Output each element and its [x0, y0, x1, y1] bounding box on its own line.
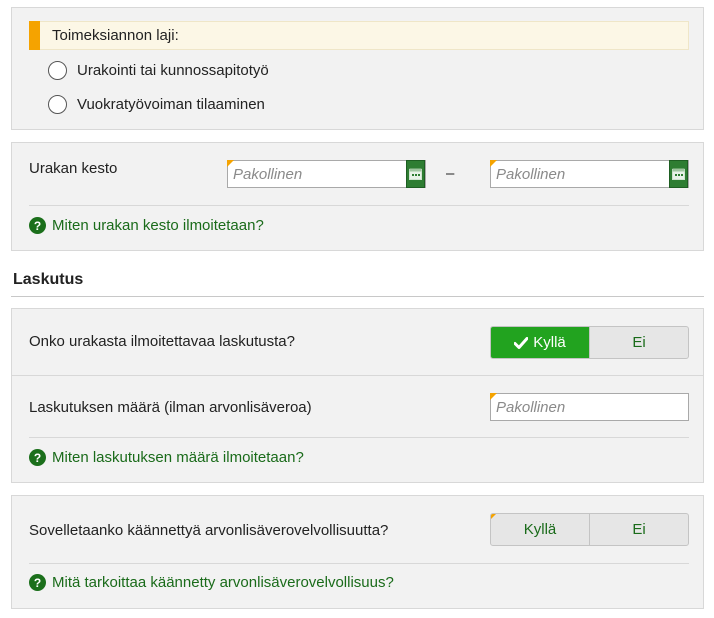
billing-no-label: Ei: [632, 334, 646, 351]
panel-divider: [12, 375, 703, 376]
reverse-vat-yes-button[interactable]: Kyllä: [491, 514, 589, 545]
billing-amount-input[interactable]: [491, 394, 688, 420]
help-icon: ?: [29, 574, 46, 591]
radio-option-temp-staffing[interactable]: Vuokratyövoiman tilaaminen: [48, 95, 265, 114]
help-icon: ?: [29, 217, 46, 234]
section-rule: [11, 296, 704, 297]
billing-amount-label: Laskutuksen määrä (ilman arvonlisäveroa): [29, 399, 312, 416]
calendar-icon[interactable]: [669, 160, 688, 188]
assignment-type-notice: Toimeksiannon laji:: [29, 21, 689, 50]
calendar-icon[interactable]: [406, 160, 425, 188]
radio-label-temp-staffing: Vuokratyövoiman tilaaminen: [77, 96, 265, 113]
reverse-vat-yes-no-toggle[interactable]: Kyllä Ei: [490, 513, 689, 546]
required-marker: [227, 160, 234, 167]
duration-end-field[interactable]: [490, 160, 689, 188]
reverse-vat-help-link[interactable]: ? Mitä tarkoittaa käännetty arvonlisäver…: [29, 574, 394, 591]
reverse-vat-panel: Sovelletaanko käännettyä arvonlisäverove…: [11, 495, 704, 609]
panel-divider: [29, 205, 689, 206]
duration-help-text[interactable]: Miten urakan kesto ilmoitetaan?: [52, 217, 264, 234]
reverse-vat-help-text[interactable]: Mitä tarkoittaa käännetty arvonlisäverov…: [52, 574, 394, 591]
billing-yes-no-toggle[interactable]: Kyllä Ei: [490, 326, 689, 359]
contract-duration-label: Urakan kesto: [29, 160, 118, 177]
billing-amount-help-text[interactable]: Miten laskutuksen määrä ilmoitetaan?: [52, 449, 304, 466]
billing-amount-field[interactable]: [490, 393, 689, 421]
reverse-vat-no-label: Ei: [632, 521, 646, 538]
duration-start-field[interactable]: [227, 160, 426, 188]
radio-circle-icon[interactable]: [48, 61, 67, 80]
billing-section-heading: Laskutus: [13, 271, 84, 288]
billing-amount-help-link[interactable]: ? Miten laskutuksen määrä ilmoitetaan?: [29, 449, 304, 466]
reverse-vat-yes-label: Kyllä: [523, 521, 557, 538]
notice-accent-bar: [29, 21, 40, 50]
billing-yes-label: Kyllä: [533, 334, 566, 351]
reverse-vat-no-button[interactable]: Ei: [589, 514, 688, 545]
check-icon: [514, 336, 529, 349]
required-marker: [491, 514, 497, 520]
billing-no-button[interactable]: Ei: [589, 327, 688, 358]
assignment-type-heading: Toimeksiannon laji:: [52, 27, 179, 44]
billing-panel: Onko urakasta ilmoitettavaa laskutusta? …: [11, 308, 704, 483]
billing-question-label: Onko urakasta ilmoitettavaa laskutusta?: [29, 333, 295, 350]
assignment-type-panel: Toimeksiannon laji: Urakointi tai kunnos…: [11, 7, 704, 130]
duration-end-input[interactable]: [491, 161, 688, 187]
reverse-vat-question-label: Sovelletaanko käännettyä arvonlisäverove…: [29, 522, 389, 539]
required-marker: [490, 393, 497, 400]
required-marker: [490, 160, 497, 167]
duration-help-link[interactable]: ? Miten urakan kesto ilmoitetaan?: [29, 217, 264, 234]
date-range-separator: –: [446, 165, 455, 182]
duration-start-input[interactable]: [228, 161, 425, 187]
billing-yes-button[interactable]: Kyllä: [491, 327, 589, 358]
help-icon: ?: [29, 449, 46, 466]
radio-circle-icon[interactable]: [48, 95, 67, 114]
panel-divider: [29, 563, 689, 564]
contract-duration-panel: Urakan kesto – ? Miten urakan kesto ilmo…: [11, 142, 704, 251]
panel-divider: [29, 437, 689, 438]
radio-label-contracting: Urakointi tai kunnossapitotyö: [77, 62, 269, 79]
radio-option-contracting[interactable]: Urakointi tai kunnossapitotyö: [48, 61, 269, 80]
